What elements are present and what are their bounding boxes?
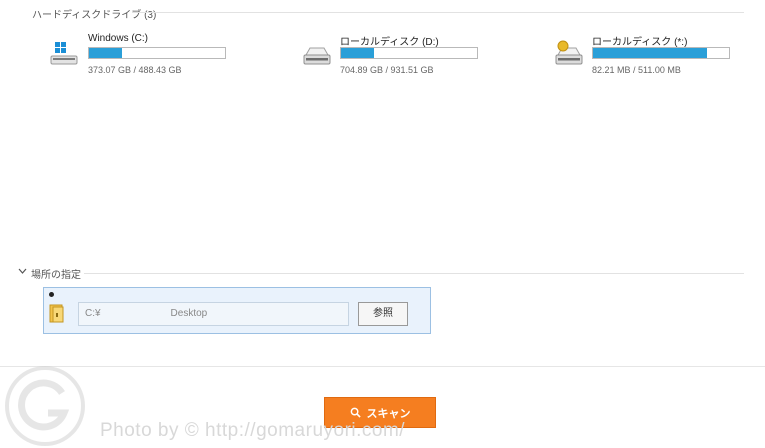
folder-icon: [49, 304, 64, 323]
hard-disk-section-title: ハードディスクドライブ (3): [32, 10, 157, 21]
hard-drive-icon: [303, 47, 331, 65]
watermark-logo-icon: [5, 366, 85, 446]
chevron-down-icon[interactable]: [18, 268, 27, 274]
drive-c[interactable]: Windows (C:) 373.07 GB / 488.43 GB: [50, 33, 250, 83]
watermark-text: Photo by © http://gomaruyori.com/: [100, 420, 406, 441]
drive-usage-bar: [88, 47, 226, 59]
location-section-title: 場所の指定: [31, 270, 81, 281]
hard-disk-divider: [132, 12, 744, 13]
windows-drive-icon: [50, 42, 78, 65]
drive-usage-fill: [593, 48, 708, 58]
path-input[interactable]: C:¥ Desktop: [78, 302, 349, 326]
browse-button[interactable]: 参照: [358, 302, 408, 326]
search-icon: [350, 407, 361, 418]
drive-size: 373.07 GB / 488.43 GB: [88, 65, 182, 75]
drive-usage-bar: [340, 47, 478, 59]
drive-name: Windows (C:): [88, 33, 149, 44]
locked-drive-icon: [555, 40, 583, 65]
footer-divider: [0, 366, 765, 367]
location-panel[interactable]: C:¥ Desktop 参照: [43, 287, 431, 334]
drive-usage-fill: [341, 48, 374, 58]
drive-usage-bar: [592, 47, 730, 59]
drive-name: ローカルディスク (D:): [340, 37, 439, 48]
drive-size: 82.21 MB / 511.00 MB: [592, 65, 681, 75]
drive-star[interactable]: ローカルディスク (*:) 82.21 MB / 511.00 MB: [554, 33, 754, 83]
location-divider: [84, 273, 744, 274]
drive-size: 704.89 GB / 931.51 GB: [340, 65, 434, 75]
scan-button-label: スキャン: [366, 407, 411, 420]
drive-d[interactable]: ローカルディスク (D:) 704.89 GB / 931.51 GB: [302, 33, 502, 83]
drive-name: ローカルディスク (*:): [592, 37, 688, 48]
location-radio[interactable]: [49, 292, 54, 297]
drive-usage-fill: [89, 48, 122, 58]
